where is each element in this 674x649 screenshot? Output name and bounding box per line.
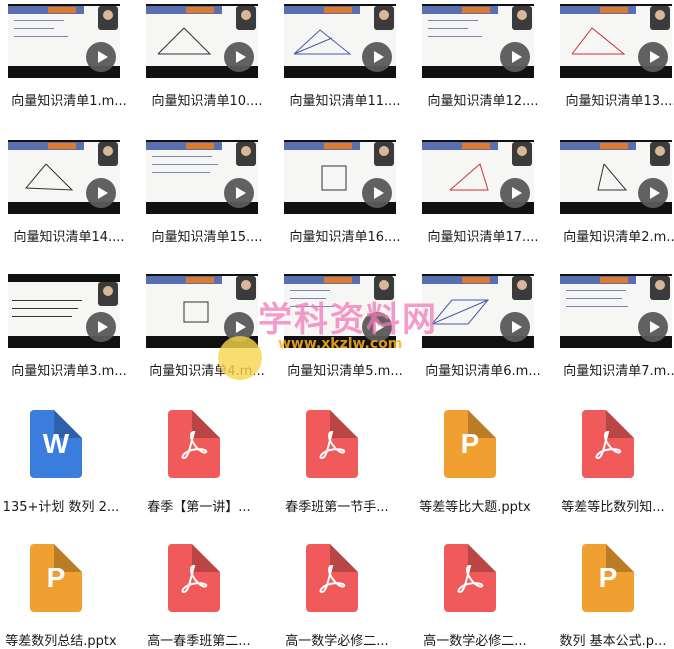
- word-icon: W: [30, 410, 82, 478]
- video-file-item[interactable]: 向量知识清单5.m...: [278, 270, 412, 380]
- file-name: 等差等比大题.pptx: [419, 500, 531, 515]
- file-name: 向量知识清单1.m...: [11, 94, 127, 109]
- document-file-item[interactable]: 高一数学必修二...: [408, 544, 542, 649]
- video-thumbnail: [422, 274, 534, 348]
- video-file-item[interactable]: 向量知识清单10....: [140, 0, 274, 110]
- document-file-item[interactable]: 高一数学必修二...: [270, 544, 404, 649]
- play-icon: [500, 42, 530, 72]
- document-file-item[interactable]: P 等差等比大题.pptx: [408, 410, 542, 515]
- file-name: 向量知识清单10....: [151, 94, 263, 109]
- play-icon: [638, 178, 668, 208]
- play-icon: [362, 42, 392, 72]
- file-name: 向量知识清单4.m...: [149, 364, 265, 379]
- play-icon: [86, 178, 116, 208]
- video-thumbnail: [8, 4, 120, 78]
- file-name: 高一春季班第二...: [147, 634, 251, 649]
- file-grid: 向量知识清单1.m... 向量知识清单10.... 向量知识清单11.... 向…: [0, 0, 674, 649]
- video-file-item[interactable]: 向量知识清单12....: [416, 0, 550, 110]
- file-name: 向量知识清单7.m...: [563, 364, 674, 379]
- video-thumbnail: [560, 4, 672, 78]
- document-file-item[interactable]: 等差等比数列知...: [546, 410, 674, 515]
- file-name: 等差等比数列知...: [561, 500, 665, 515]
- file-name: 向量知识清单16....: [289, 230, 401, 245]
- video-file-item[interactable]: 向量知识清单4.m...: [140, 270, 274, 380]
- video-thumbnail: [284, 140, 396, 214]
- pdf-icon: [306, 544, 358, 612]
- video-file-item[interactable]: 向量知识清单7.m...: [554, 270, 674, 380]
- video-file-item[interactable]: 向量知识清单13....: [554, 0, 674, 110]
- play-icon: [224, 312, 254, 342]
- file-name: 高一数学必修二...: [285, 634, 389, 649]
- document-file-item[interactable]: 春季【第一讲】...: [132, 410, 266, 515]
- pdf-icon: [444, 544, 496, 612]
- file-name: 向量知识清单12....: [427, 94, 539, 109]
- play-icon: [224, 42, 254, 72]
- pdf-icon: [168, 410, 220, 478]
- video-thumbnail: [8, 274, 120, 348]
- file-name: 向量知识清单3.m...: [11, 364, 127, 379]
- file-name: 等差数列总结.pptx: [5, 634, 117, 649]
- video-thumbnail: [146, 140, 258, 214]
- document-file-item[interactable]: P 数列 基本公式.p...: [546, 544, 674, 649]
- play-icon: [500, 178, 530, 208]
- video-thumbnail: [8, 140, 120, 214]
- file-name: 向量知识清单13....: [565, 94, 674, 109]
- video-thumbnail: [560, 274, 672, 348]
- video-file-item[interactable]: 向量知识清单17....: [416, 136, 550, 246]
- document-file-item[interactable]: W 135+计划 数列 2...: [0, 410, 128, 515]
- video-thumbnail: [422, 4, 534, 78]
- pdf-icon: [582, 410, 634, 478]
- file-name: 向量知识清单15....: [151, 230, 263, 245]
- play-icon: [638, 312, 668, 342]
- play-icon: [500, 312, 530, 342]
- ppt-icon: P: [582, 544, 634, 612]
- video-file-item[interactable]: 向量知识清单15....: [140, 136, 274, 246]
- play-icon: [86, 312, 116, 342]
- document-file-item[interactable]: 春季班第一节手...: [270, 410, 404, 515]
- video-thumbnail: [284, 274, 396, 348]
- file-name: 数列 基本公式.p...: [559, 634, 667, 649]
- video-file-item[interactable]: 向量知识清单11....: [278, 0, 412, 110]
- ppt-icon: P: [30, 544, 82, 612]
- play-icon: [86, 42, 116, 72]
- file-name: 春季班第一节手...: [285, 500, 389, 515]
- video-thumbnail: [284, 4, 396, 78]
- file-name: 向量知识清单14....: [13, 230, 125, 245]
- file-name: 春季【第一讲】...: [147, 500, 251, 515]
- video-file-item[interactable]: 向量知识清单14....: [2, 136, 136, 246]
- file-name: 135+计划 数列 2...: [2, 500, 120, 515]
- play-icon: [224, 178, 254, 208]
- pdf-icon: [168, 544, 220, 612]
- video-thumbnail: [422, 140, 534, 214]
- video-file-item[interactable]: 向量知识清单2.m...: [554, 136, 674, 246]
- file-name: 向量知识清单17....: [427, 230, 539, 245]
- file-name: 向量知识清单11....: [289, 94, 401, 109]
- play-icon: [362, 312, 392, 342]
- ppt-icon: P: [444, 410, 496, 478]
- file-name: 向量知识清单5.m...: [287, 364, 403, 379]
- play-icon: [362, 178, 392, 208]
- file-name: 向量知识清单2.m...: [563, 230, 674, 245]
- video-file-item[interactable]: 向量知识清单3.m...: [2, 270, 136, 380]
- video-thumbnail: [560, 140, 672, 214]
- video-thumbnail: [146, 274, 258, 348]
- file-name: 高一数学必修二...: [423, 634, 527, 649]
- play-icon: [638, 42, 668, 72]
- document-file-item[interactable]: P 等差数列总结.pptx: [0, 544, 128, 649]
- file-name: 向量知识清单6.m...: [425, 364, 541, 379]
- video-file-item[interactable]: 向量知识清单16....: [278, 136, 412, 246]
- video-file-item[interactable]: 向量知识清单1.m...: [2, 0, 136, 110]
- video-thumbnail: [146, 4, 258, 78]
- pdf-icon: [306, 410, 358, 478]
- document-file-item[interactable]: 高一春季班第二...: [132, 544, 266, 649]
- video-file-item[interactable]: 向量知识清单6.m...: [416, 270, 550, 380]
